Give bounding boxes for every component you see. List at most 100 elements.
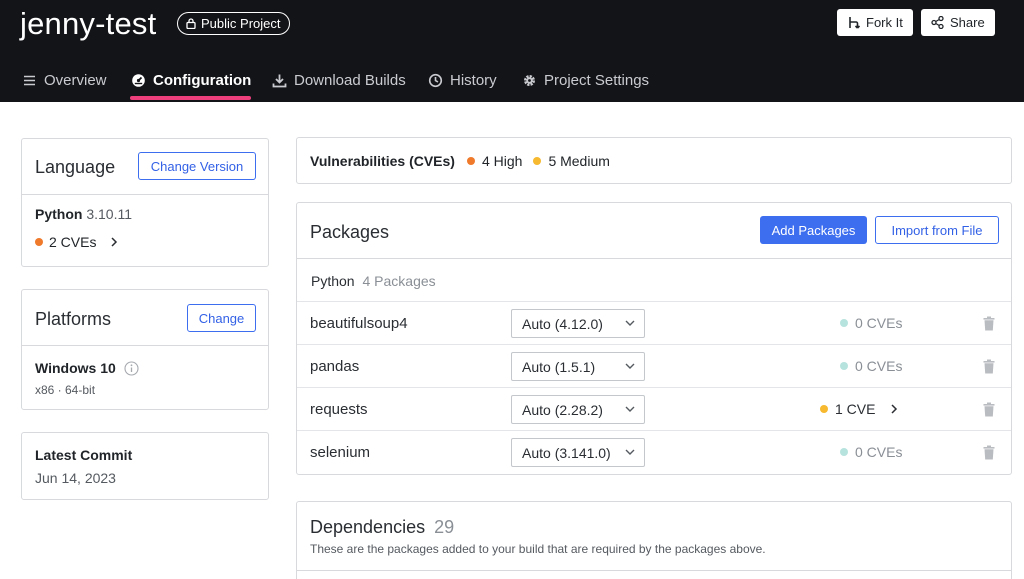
dependencies-title: Dependencies (310, 517, 426, 537)
package-name: requests (310, 401, 368, 418)
lock-icon (186, 18, 196, 29)
latest-commit-title: Latest Commit (35, 447, 133, 463)
high-severity-dot (466, 157, 475, 165)
package-row: beautifulsoup4 Auto (4.12.0) 0 CVEs (297, 301, 1011, 344)
chevron-right-icon (891, 404, 898, 414)
platforms-card: Platforms Change Windows 10 x86 · 64-bit (21, 289, 269, 410)
package-cves: 0 CVEs (840, 358, 902, 374)
tab-download-builds[interactable]: Download Builds (272, 60, 406, 100)
tab-configuration-label: Configuration (153, 71, 252, 89)
version-select-value: Auto (1.5.1) (522, 358, 596, 375)
latest-commit-card: Latest Commit Jun 14, 2023 (21, 432, 269, 500)
no-cve-dot (840, 362, 848, 370)
platform-os-name: Windows 10 (35, 360, 116, 376)
medium-count: 5 Medium (548, 153, 610, 169)
latest-commit-date: Jun 14, 2023 (35, 470, 116, 486)
dependencies-card: Dependencies 29 These are the packages a… (296, 501, 1012, 579)
tab-project-settings-label: Project Settings (544, 71, 650, 89)
package-cves-label: 1 CVE (835, 401, 876, 417)
language-title: Language (35, 157, 116, 177)
visibility-badge: Public Project (177, 12, 291, 35)
tab-configuration[interactable]: Configuration (131, 60, 251, 100)
version-select[interactable]: Auto (4.12.0) (511, 309, 645, 338)
import-from-file-button[interactable]: Import from File (875, 216, 999, 244)
medium-severity-dot (820, 405, 828, 413)
high-severity-dot (35, 238, 43, 246)
package-row: requests Auto (2.28.2) 1 CVE (297, 387, 1011, 430)
package-group-header: Python 4 Packages (311, 273, 436, 289)
tab-overview-label: Overview (44, 71, 107, 89)
trash-icon[interactable] (983, 316, 995, 331)
language-card-header: Language Change Version (22, 139, 268, 195)
package-name: selenium (310, 444, 371, 461)
dependencies-description: These are the packages added to your bui… (310, 542, 766, 556)
divider (297, 570, 1011, 571)
package-group-count: 4 Packages (362, 273, 436, 289)
chevron-down-icon (625, 320, 635, 326)
share-label: Share (950, 15, 985, 30)
tab-history[interactable]: History (428, 60, 497, 100)
top-header: jenny-test Public Project Fork It Share … (0, 0, 1024, 102)
language-version: Python 3.10.11 (35, 206, 132, 222)
platform-arch: x86 · 64-bit (35, 383, 96, 397)
no-cve-dot (840, 448, 848, 456)
language-name: Python (35, 206, 83, 222)
info-icon[interactable] (124, 360, 139, 376)
language-card: Language Change Version Python 3.10.11 2… (21, 138, 269, 267)
chevron-down-icon (625, 406, 635, 412)
version-select-value: Auto (2.28.2) (522, 401, 603, 418)
tab-download-builds-label: Download Builds (294, 71, 406, 89)
vulnerabilities-card: Vulnerabilities (CVEs) 4 High 5 Medium (296, 137, 1012, 184)
change-version-button[interactable]: Change Version (138, 152, 256, 180)
language-version-number: 3.10.11 (86, 206, 133, 222)
fork-icon (849, 17, 860, 29)
package-cves: 0 CVEs (840, 444, 902, 460)
chevron-down-icon (625, 363, 635, 369)
medium-severity-dot (533, 157, 542, 165)
trash-icon[interactable] (983, 402, 995, 417)
version-select[interactable]: Auto (1.5.1) (511, 352, 645, 381)
add-packages-button[interactable]: Add Packages (760, 216, 867, 244)
dependencies-header: Dependencies 29 (310, 517, 454, 538)
active-tab-indicator (130, 96, 251, 100)
version-select-value: Auto (3.141.0) (522, 444, 611, 461)
tab-project-settings[interactable]: Project Settings (522, 60, 649, 100)
history-icon (428, 73, 443, 87)
tab-overview[interactable]: Overview (22, 60, 107, 100)
platform-os: Windows 10 (35, 360, 139, 376)
packages-card: Packages Add Packages Import from File P… (296, 202, 1012, 475)
package-cves-label: 0 CVEs (855, 444, 903, 460)
package-cves: 0 CVEs (840, 315, 902, 331)
package-cves-label: 0 CVEs (855, 358, 903, 374)
version-select-value: Auto (4.12.0) (522, 315, 603, 332)
package-cves-link[interactable]: 1 CVE (820, 401, 898, 417)
package-cves-label: 0 CVEs (855, 315, 903, 331)
vulnerabilities-label: Vulnerabilities (CVEs) (310, 153, 455, 169)
high-count: 4 High (481, 153, 523, 169)
vulnerabilities-summary: Vulnerabilities (CVEs) 4 High 5 Medium (310, 153, 610, 169)
fork-button[interactable]: Fork It (837, 9, 913, 36)
change-platform-button[interactable]: Change (187, 304, 256, 332)
language-cves-link[interactable]: 2 CVEs (35, 234, 118, 250)
chevron-right-icon (111, 237, 118, 247)
dependencies-count: 29 (434, 517, 455, 537)
package-name: pandas (310, 358, 360, 375)
share-icon (931, 16, 944, 29)
share-button[interactable]: Share (921, 9, 995, 36)
download-icon (272, 74, 287, 87)
version-select[interactable]: Auto (2.28.2) (511, 395, 645, 424)
version-select[interactable]: Auto (3.141.0) (511, 438, 645, 467)
language-cves-label: 2 CVEs (49, 234, 97, 250)
trash-icon[interactable] (983, 445, 995, 460)
package-row: pandas Auto (1.5.1) 0 CVEs (297, 344, 1011, 387)
packages-title: Packages (310, 222, 390, 242)
visibility-label: Public Project (201, 16, 281, 31)
tab-history-label: History (450, 71, 497, 89)
gauge-icon (132, 73, 145, 87)
gear-icon (524, 74, 535, 86)
platforms-title: Platforms (35, 309, 112, 329)
chevron-down-icon (625, 449, 635, 455)
packages-card-header: Packages Add Packages Import from File (297, 203, 1011, 259)
platforms-card-header: Platforms Change (22, 290, 268, 346)
trash-icon[interactable] (983, 359, 995, 374)
